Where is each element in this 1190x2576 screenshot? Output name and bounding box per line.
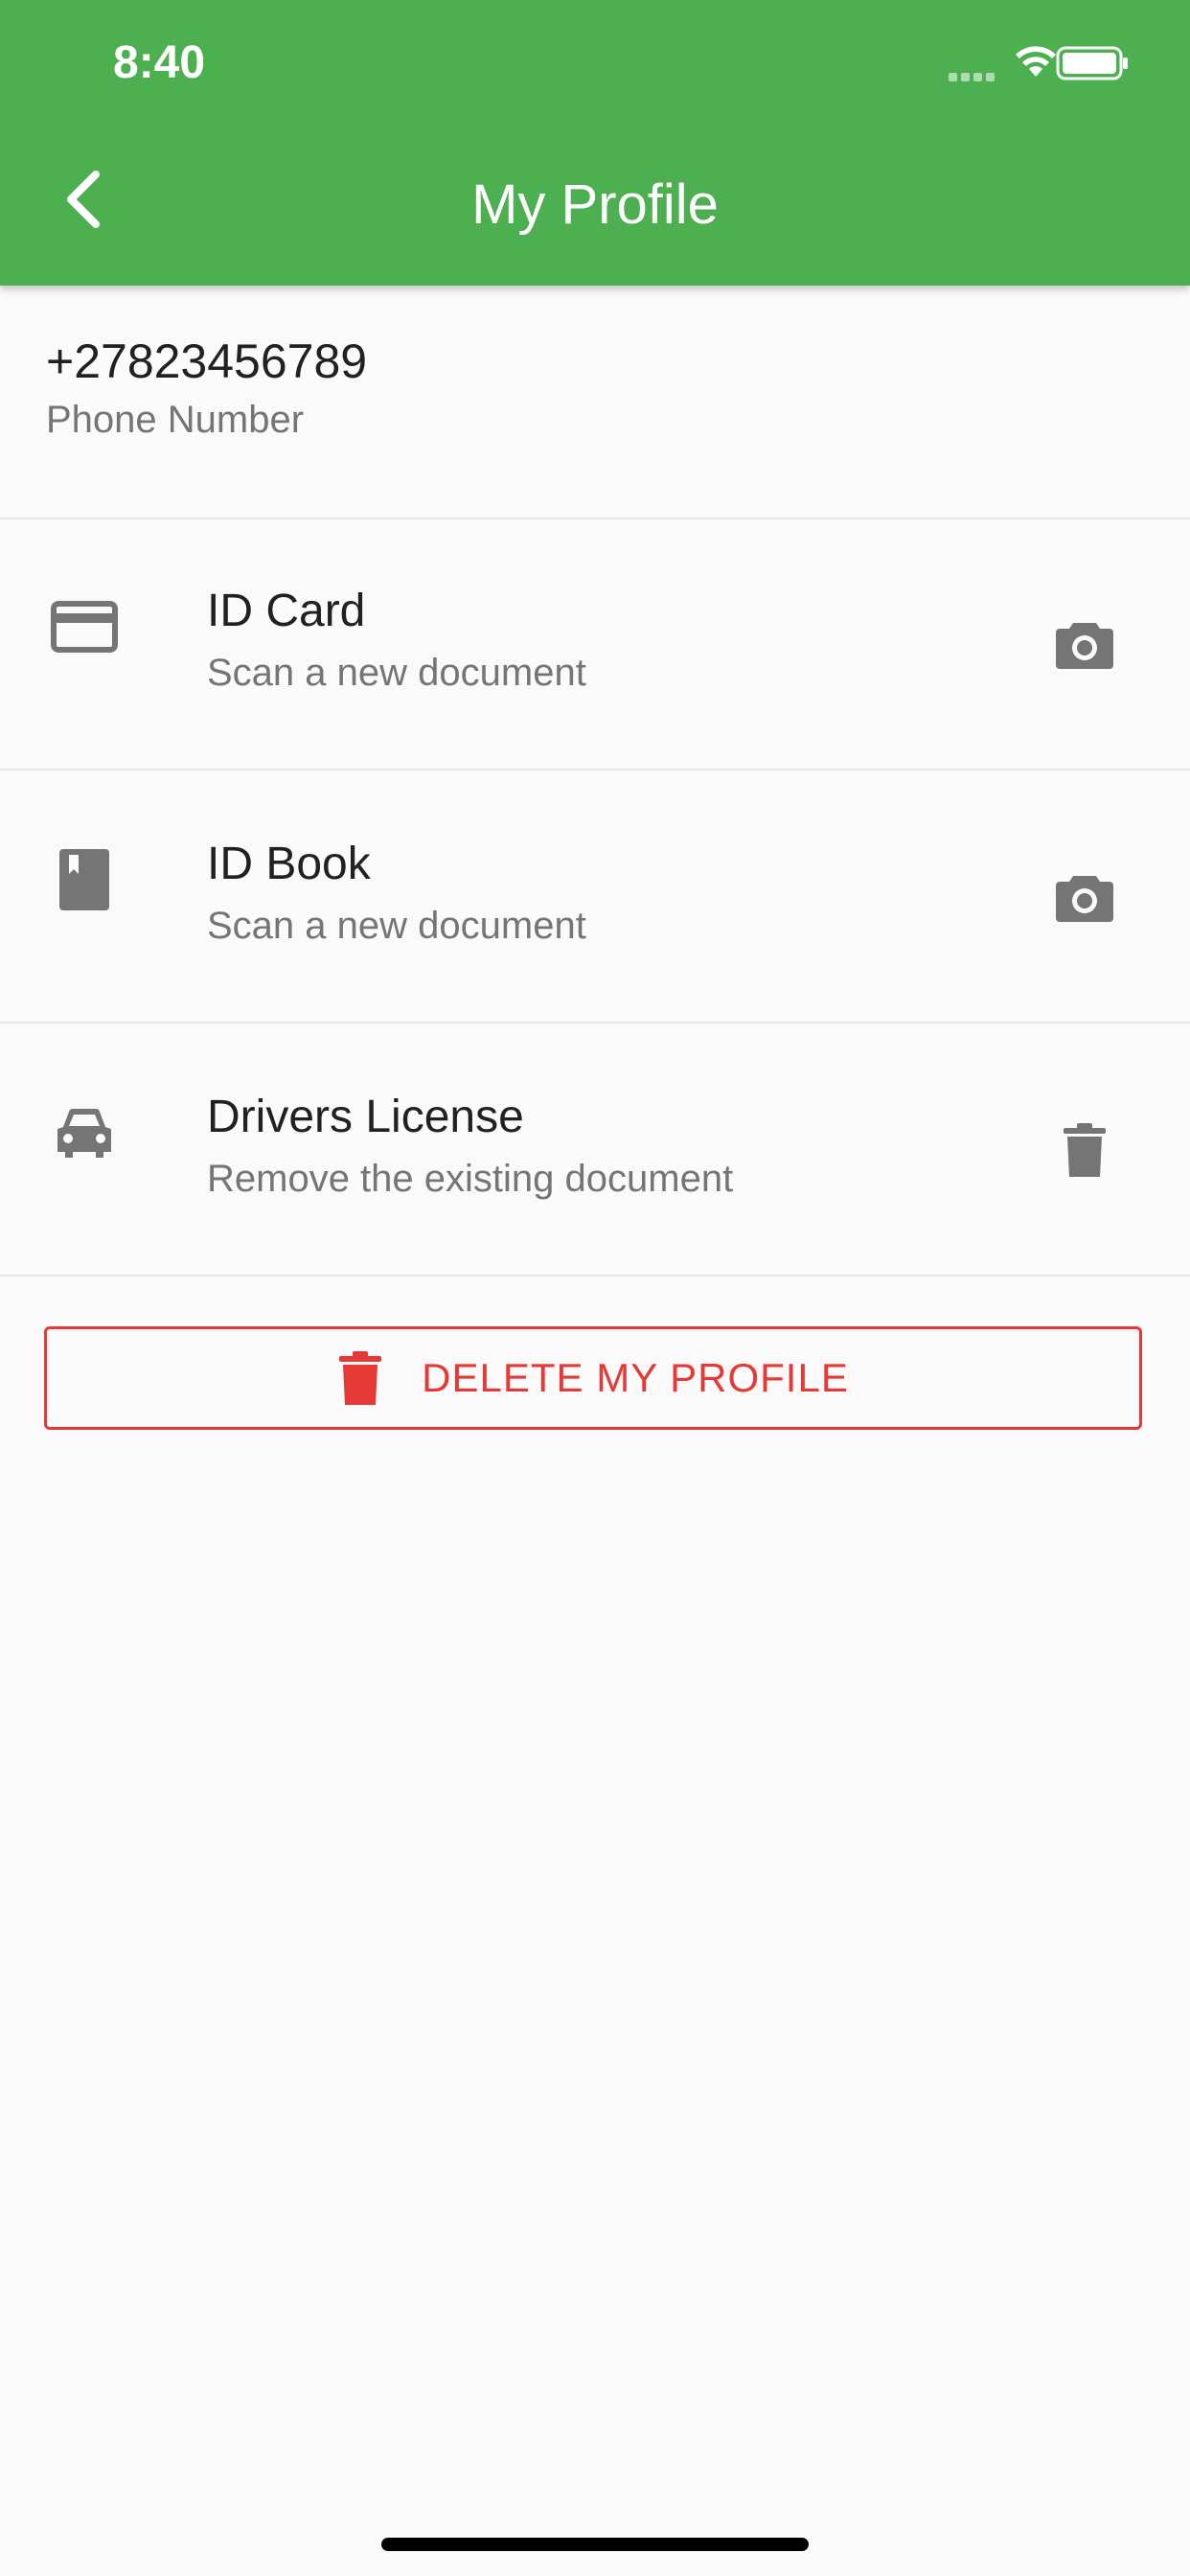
scan-id-card-button[interactable]	[1048, 608, 1121, 680]
document-subtitle: Scan a new document	[207, 905, 586, 947]
camera-icon	[1056, 876, 1113, 922]
delete-profile-button[interactable]: DELETE MY PROFILE	[44, 1326, 1142, 1430]
phone-number-value: +27823456789	[46, 334, 368, 388]
document-subtitle: Scan a new document	[207, 652, 586, 694]
wifi-icon	[1016, 46, 1056, 77]
delete-profile-label: DELETE MY PROFILE	[422, 1355, 849, 1400]
document-subtitle: Remove the existing document	[207, 1158, 734, 1200]
document-title: ID Card	[207, 586, 366, 636]
signal-icon	[949, 69, 998, 86]
credit-card-icon	[51, 601, 118, 653]
car-icon	[57, 1108, 111, 1158]
trash-icon	[1064, 1123, 1106, 1177]
app-bar: 8:40 My Profile	[0, 0, 1190, 286]
status-time: 8:40	[113, 37, 206, 88]
home-indicator	[381, 2538, 809, 2551]
document-title: ID Book	[207, 839, 371, 889]
battery-icon	[1056, 46, 1128, 80]
document-title: Drivers License	[207, 1092, 524, 1142]
phone-number-tile: +27823456789 Phone Number	[0, 286, 1190, 519]
document-row-id-card[interactable]: ID Card Scan a new document	[0, 518, 1190, 770]
page-title: My Profile	[471, 173, 719, 236]
scan-id-book-button[interactable]	[1048, 861, 1121, 933]
phone-number-label: Phone Number	[46, 399, 305, 441]
document-row-drivers-license[interactable]: Drivers License Remove the existing docu…	[0, 1024, 1190, 1276]
document-row-id-book[interactable]: ID Book Scan a new document	[0, 770, 1190, 1024]
trash-icon	[337, 1350, 387, 1406]
camera-icon	[1056, 623, 1113, 669]
remove-drivers-license-button[interactable]	[1048, 1114, 1121, 1186]
book-icon	[59, 849, 109, 910]
